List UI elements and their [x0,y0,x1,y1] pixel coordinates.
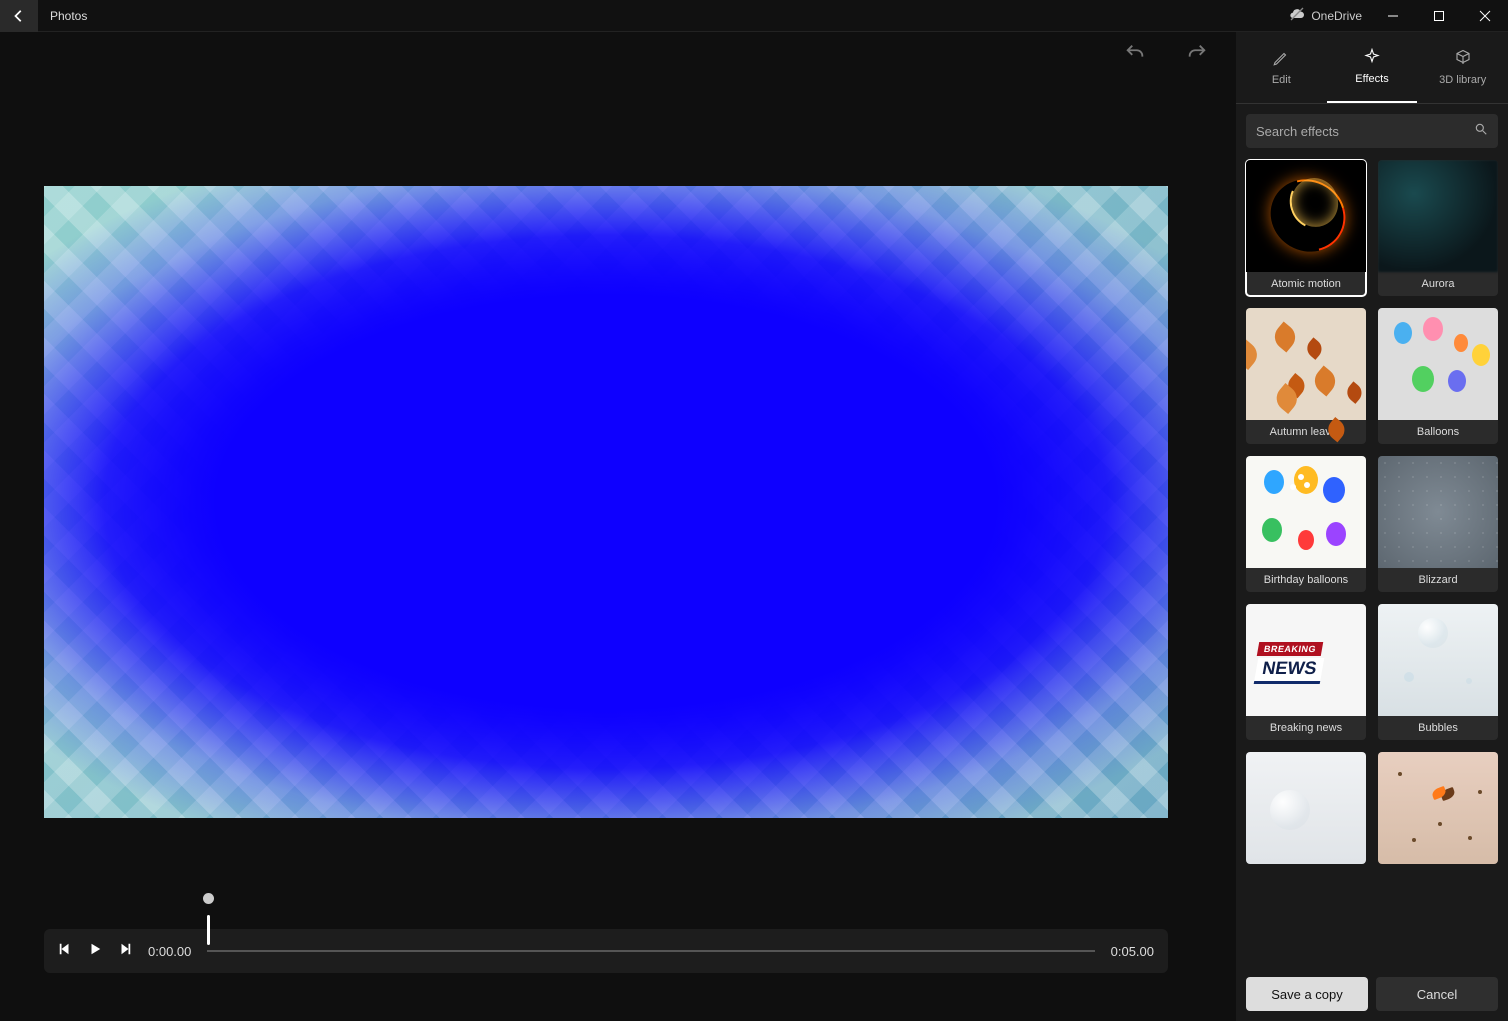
pencil-icon [1272,49,1290,70]
effect-label: Breaking news [1246,716,1366,740]
window-controls [1370,0,1508,32]
cloud-icon [1289,6,1305,25]
effect-thumb [1378,456,1498,568]
app-title: Photos [50,9,87,23]
step-forward-button[interactable] [118,942,132,961]
seek-handle[interactable] [207,915,210,945]
search-icon [1474,122,1488,141]
effect-label: Balloons [1378,420,1498,444]
time-total: 0:05.00 [1111,944,1154,959]
redo-button[interactable] [1186,42,1208,69]
search-input[interactable] [1256,124,1474,139]
effect-thumb [1246,604,1366,716]
effect-card-blizzard[interactable]: Blizzard [1378,456,1498,592]
effect-label: Autumn leaves [1246,420,1366,444]
cloud-status[interactable]: OneDrive [1289,6,1362,25]
effect-label: Birthday balloons [1246,568,1366,592]
cloud-label: OneDrive [1311,9,1362,23]
effect-card-balloons[interactable]: Balloons [1378,308,1498,444]
tab-edit[interactable]: Edit [1236,32,1327,103]
side-panel: Edit Effects 3D library Atomic motion Aur… [1236,32,1508,1021]
effect-thumb [1378,160,1498,272]
effect-thumb [1246,308,1366,420]
side-tabs: Edit Effects 3D library [1236,32,1508,104]
cube-icon [1454,49,1472,70]
effect-card-atomic[interactable]: Atomic motion [1246,160,1366,296]
effect-thumb [1378,308,1498,420]
effect-card-aurora[interactable]: Aurora [1378,160,1498,296]
effect-card-bubbles[interactable]: Bubbles [1378,604,1498,740]
effect-label: Aurora [1378,272,1498,296]
cancel-button[interactable]: Cancel [1376,977,1498,1011]
search-box[interactable] [1246,114,1498,148]
effect-thumb [1246,456,1366,568]
effect-label: Blizzard [1378,568,1498,592]
maximize-button[interactable] [1416,0,1462,32]
effect-thumb [1378,752,1498,864]
effect-card-extra1[interactable] [1246,752,1366,864]
play-button[interactable] [88,942,102,961]
effect-card-autumn[interactable]: Autumn leaves [1246,308,1366,444]
effect-thumb [1246,752,1366,864]
tab-3d-library[interactable]: 3D library [1417,32,1508,103]
video-preview [44,186,1168,818]
close-button[interactable] [1462,0,1508,32]
effect-card-breaking[interactable]: Breaking news [1246,604,1366,740]
back-button[interactable] [0,0,38,32]
seek-bar[interactable] [207,929,1094,973]
effect-thumb [1378,604,1498,716]
minimize-button[interactable] [1370,0,1416,32]
tab-effects[interactable]: Effects [1327,32,1418,103]
save-a-copy-button[interactable]: Save a copy [1246,977,1368,1011]
effect-card-extra2[interactable] [1378,752,1498,864]
sparkle-icon [1363,48,1381,69]
titlebar: Photos OneDrive [0,0,1508,32]
time-current: 0:00.00 [148,944,191,959]
effect-label: Atomic motion [1246,272,1366,296]
main-panel: 0:00.00 0:05.00 [0,32,1236,1021]
undo-button[interactable] [1124,42,1146,69]
effect-thumb [1246,160,1366,272]
effect-card-birthday[interactable]: Birthday balloons [1246,456,1366,592]
step-back-button[interactable] [58,942,72,961]
playback-bar: 0:00.00 0:05.00 [44,929,1168,973]
effect-label: Bubbles [1378,716,1498,740]
